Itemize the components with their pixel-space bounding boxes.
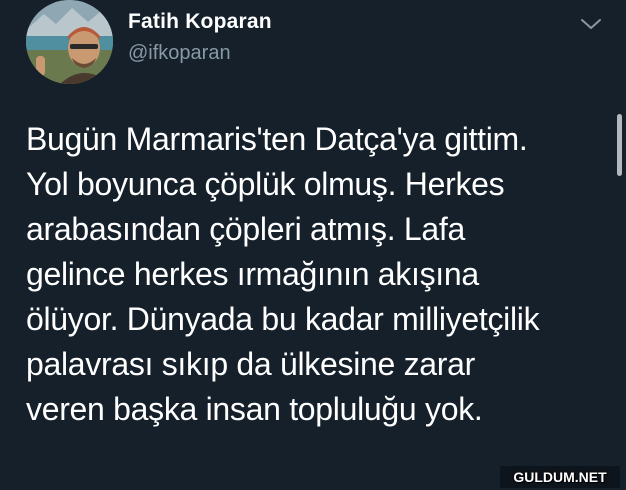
user-handle[interactable]: @ifkoparan [128, 42, 231, 65]
tweet-card: Fatih Koparan @ifkoparan Bugün Marmaris'… [0, 0, 626, 490]
chevron-down-icon[interactable] [578, 14, 604, 34]
profile-photo-icon [26, 0, 113, 84]
display-name[interactable]: Fatih Koparan [128, 10, 272, 34]
scrollbar[interactable] [617, 114, 622, 176]
avatar[interactable] [26, 0, 113, 84]
tweet-text: Bugün Marmaris'ten Datça'ya gittim. Yol … [26, 121, 540, 427]
watermark: GULDUM.NET [500, 466, 620, 488]
